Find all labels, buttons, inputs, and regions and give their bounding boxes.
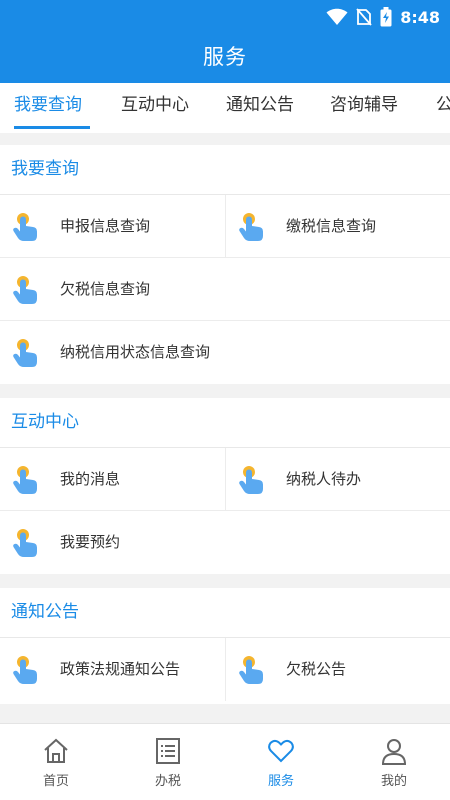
no-sim-icon (356, 8, 372, 26)
tap-finger-icon (13, 276, 37, 304)
nav-label: 我的 (380, 774, 407, 789)
menu-item-label: 纳税信用状态信息查询 (60, 343, 211, 361)
menu-item-declaration-query[interactable]: 申报信息查询 (0, 195, 225, 258)
menu-item-appointment[interactable]: 我要预约 (0, 511, 450, 574)
tap-finger-icon (239, 466, 263, 494)
section-query: 我要查询 申报信息查询 缴税信息查询 欠税信息查询 纳税信用状态信息查询 (0, 145, 450, 384)
menu-item-label: 纳税人待办 (286, 470, 362, 488)
nav-service[interactable]: 服务 (225, 724, 337, 800)
tap-finger-icon (239, 656, 263, 684)
section-interaction: 互动中心 我的消息 纳税人待办 我要预约 (0, 398, 450, 574)
tab-indicator (14, 126, 90, 129)
grid-row: 纳税信用状态信息查询 (0, 321, 450, 384)
tap-finger-icon (13, 656, 37, 684)
menu-item-label: 缴税信息查询 (286, 217, 377, 235)
list-icon (156, 738, 180, 764)
nav-mine[interactable]: 我的 (338, 724, 450, 800)
wifi-icon (326, 8, 348, 25)
menu-item-label: 政策法规通知公告 (60, 660, 181, 678)
tab-notice[interactable]: 通知公告 (226, 83, 294, 133)
tap-finger-icon (13, 339, 37, 367)
menu-item-arrears-notice[interactable]: 欠税公告 (225, 638, 450, 701)
section-title: 互动中心 (0, 398, 450, 448)
tap-finger-icon (13, 466, 37, 494)
menu-item-label: 欠税公告 (286, 660, 347, 678)
section-title: 通知公告 (0, 588, 450, 638)
grid-row: 我要预约 (0, 511, 450, 574)
menu-item-label: 我要预约 (60, 533, 121, 551)
person-icon (381, 739, 407, 765)
nav-label: 首页 (42, 774, 69, 789)
menu-item-my-messages[interactable]: 我的消息 (0, 448, 225, 511)
bottom-nav: 首页 办税 服务 我的 (0, 723, 450, 800)
menu-item-taxpayer-todo[interactable]: 纳税人待办 (225, 448, 450, 511)
battery-charging-icon (380, 7, 392, 27)
heart-icon (268, 739, 294, 763)
app-bar: 服务 (0, 33, 450, 83)
status-icons: 8:48 (326, 6, 440, 28)
tab-interaction[interactable]: 互动中心 (121, 83, 189, 133)
nav-label: 办税 (154, 774, 181, 789)
grid-row: 我的消息 纳税人待办 (0, 448, 450, 511)
menu-item-label: 欠税信息查询 (60, 280, 151, 298)
status-bar: 8:48 (0, 0, 450, 33)
nav-tax[interactable]: 办税 (112, 724, 224, 800)
menu-item-policy-notice[interactable]: 政策法规通知公告 (0, 638, 225, 701)
menu-item-tax-payment-query[interactable]: 缴税信息查询 (225, 195, 450, 258)
menu-item-arrears-query[interactable]: 欠税信息查询 (0, 258, 450, 321)
status-time: 8:48 (400, 7, 440, 27)
tab-consult[interactable]: 咨询辅导 (330, 83, 398, 133)
menu-item-label: 我的消息 (60, 470, 121, 488)
section-notice: 通知公告 政策法规通知公告 欠税公告 (0, 588, 450, 704)
tap-finger-icon (13, 213, 37, 241)
tap-finger-icon (13, 529, 37, 557)
section-title: 我要查询 (0, 145, 450, 195)
grid-row: 政策法规通知公告 欠税公告 (0, 638, 450, 701)
grid-row: 申报信息查询 缴税信息查询 (0, 195, 450, 258)
page-title: 服务 (203, 45, 247, 69)
home-icon (44, 738, 68, 763)
nav-home[interactable]: 首页 (0, 724, 112, 800)
grid-row: 欠税信息查询 (0, 258, 450, 321)
nav-label: 服务 (267, 774, 294, 789)
menu-item-label: 申报信息查询 (60, 217, 151, 235)
menu-item-credit-status-query[interactable]: 纳税信用状态信息查询 (0, 321, 450, 384)
tap-finger-icon (239, 213, 263, 241)
tab-more[interactable]: 公 (436, 83, 450, 133)
